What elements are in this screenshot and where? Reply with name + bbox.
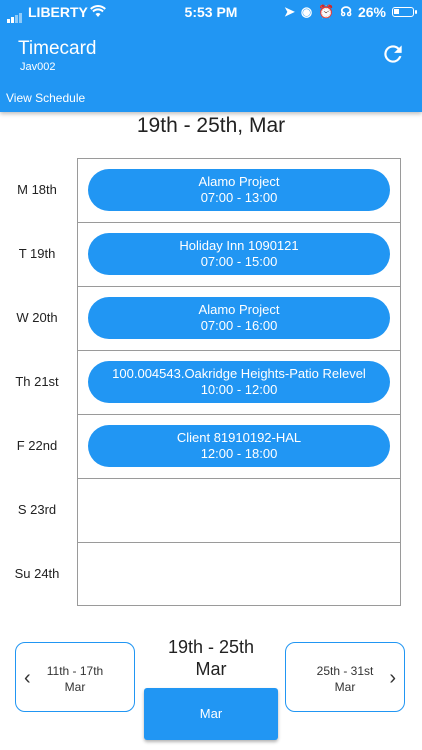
shift-block[interactable]: Alamo Project 07:00 - 13:00	[88, 169, 390, 211]
shift-name: 100.004543.Oakridge Heights-Patio Releve…	[112, 366, 366, 381]
battery-percent: 26%	[357, 4, 386, 20]
day-label: Th 21st	[15, 374, 59, 389]
shift-time: 07:00 - 13:00	[200, 190, 278, 205]
current-week-month: Mar	[195, 659, 227, 679]
shift-name: Alamo Project	[198, 302, 280, 317]
location-icon: ➤	[283, 4, 295, 19]
orientation-lock-icon: ◉	[300, 4, 313, 19]
shift-name: Client 81910192-HAL	[176, 430, 302, 445]
day-row: Alamo Project 07:00 - 13:00	[78, 159, 400, 223]
day-label: F 22nd	[16, 438, 58, 453]
day-row: Holiday Inn 1090121 07:00 - 15:00	[78, 223, 400, 287]
status-bar: LIBERTY 5:53 PM ➤ ◉ ⏰ ☊ 26%	[0, 0, 422, 24]
shift-time: 07:00 - 15:00	[200, 254, 278, 269]
current-week-range: 19th - 25th	[167, 637, 255, 657]
week-title: 19th - 25th, Mar	[136, 114, 286, 137]
chevron-right-icon: ›	[389, 667, 396, 689]
day-row-empty[interactable]	[78, 479, 400, 543]
day-label: Su 24th	[14, 566, 60, 581]
shift-time: 07:00 - 16:00	[200, 318, 278, 333]
shift-block[interactable]: Holiday Inn 1090121 07:00 - 15:00	[88, 233, 390, 275]
day-label: S 23rd	[17, 502, 57, 517]
page-title: Timecard	[18, 38, 97, 59]
refresh-icon[interactable]	[380, 41, 406, 67]
headphones-icon: ☊	[340, 4, 352, 19]
shift-name: Alamo Project	[198, 174, 280, 189]
app-header: LIBERTY 5:53 PM ➤ ◉ ⏰ ☊ 26% Timecard Jav…	[0, 0, 422, 112]
alarm-icon: ⏰	[318, 4, 335, 19]
battery-icon	[392, 7, 417, 17]
day-row: Alamo Project 07:00 - 16:00	[78, 287, 400, 351]
day-label: M 18th	[17, 182, 57, 197]
next-week-button[interactable]: 25th - 31st Mar ›	[285, 642, 405, 712]
day-row-empty[interactable]	[78, 543, 400, 607]
previous-week-button[interactable]: ‹ 11th - 17th Mar	[15, 642, 135, 712]
day-row: 100.004543.Oakridge Heights-Patio Releve…	[78, 351, 400, 415]
day-label: T 19th	[18, 246, 56, 261]
next-week-month: Mar	[334, 680, 356, 694]
view-schedule-link[interactable]: View Schedule	[6, 91, 85, 105]
shift-block[interactable]: Client 81910192-HAL 12:00 - 18:00	[88, 425, 390, 467]
month-button[interactable]: Mar	[144, 688, 278, 740]
shift-time: 12:00 - 18:00	[200, 446, 278, 461]
user-code: Jav002	[20, 61, 56, 73]
day-label: W 20th	[16, 310, 58, 325]
shift-block[interactable]: Alamo Project 07:00 - 16:00	[88, 297, 390, 339]
day-row: Client 81910192-HAL 12:00 - 18:00	[78, 415, 400, 479]
next-week-range: 25th - 31st	[316, 664, 374, 678]
shift-block[interactable]: 100.004543.Oakridge Heights-Patio Releve…	[88, 361, 390, 403]
current-week-label: 19th - 25th Mar	[148, 636, 274, 680]
schedule-grid: Alamo Project 07:00 - 13:00 Holiday Inn …	[77, 158, 401, 606]
prev-week-month: Mar	[64, 680, 86, 694]
shift-name: Holiday Inn 1090121	[179, 238, 299, 253]
prev-week-range: 11th - 17th	[46, 664, 104, 678]
shift-time: 10:00 - 12:00	[200, 382, 278, 397]
